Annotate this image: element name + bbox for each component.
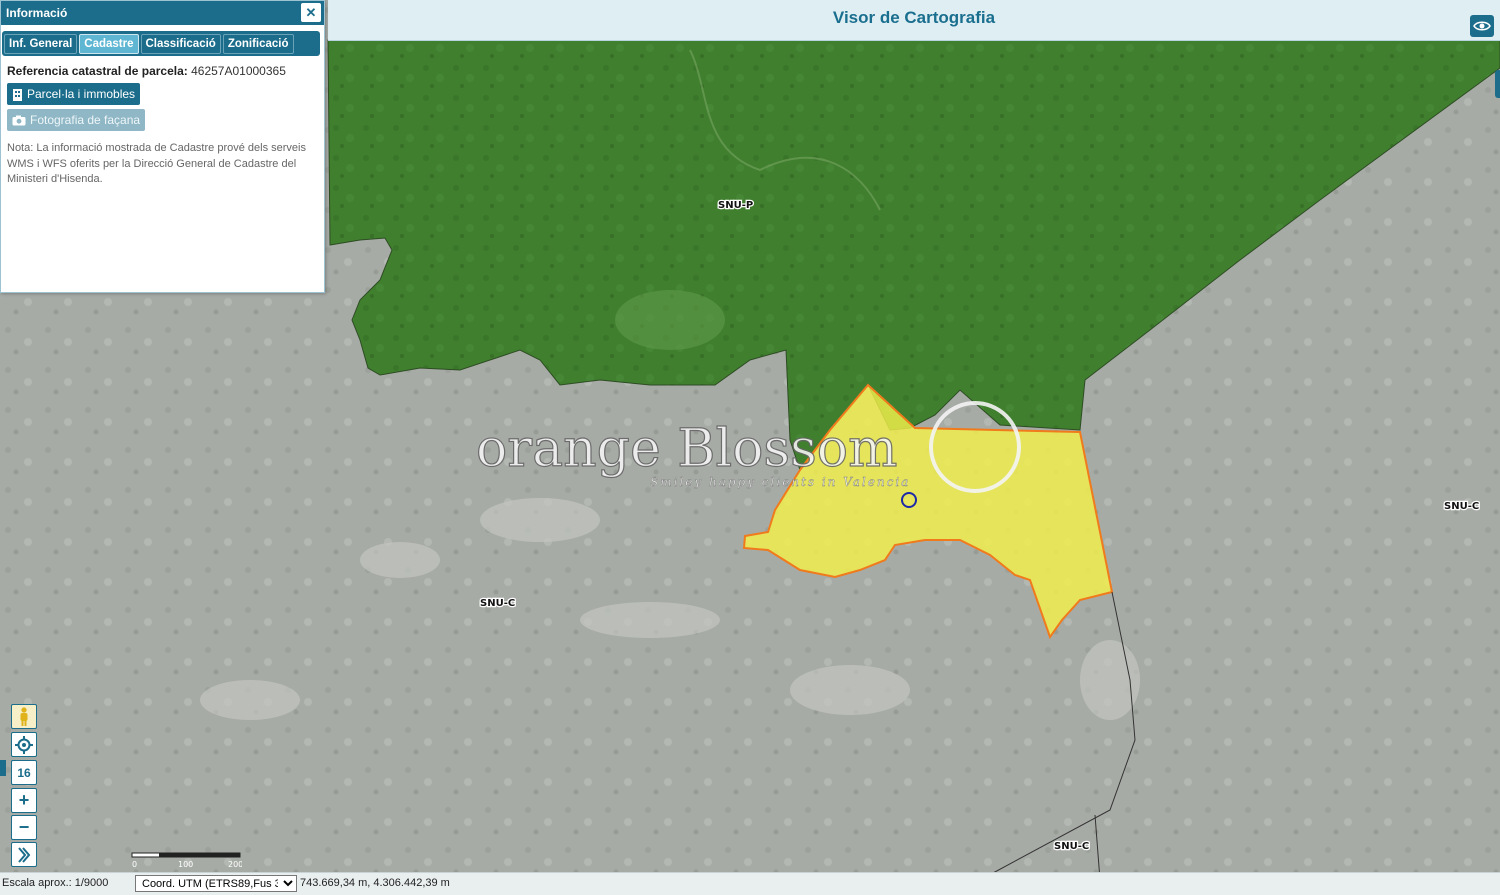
zone-label: SNU-C	[1054, 841, 1089, 852]
camera-icon	[12, 115, 26, 125]
forest-clearing	[615, 290, 725, 350]
cadastral-reference-value[interactable]: 46257A01000365	[191, 64, 286, 78]
cadastral-reference: Referencia catastral de parcela: 46257A0…	[7, 64, 318, 78]
cadastre-note: Nota: La informació mostrada de Cadastre…	[7, 142, 306, 185]
zone-label: SNU-C	[1444, 501, 1479, 512]
coord-system-select[interactable]: Coord. UTM (ETRS89,Fus 30)	[135, 875, 297, 892]
zone-label: SNU-P	[718, 200, 753, 211]
scale-tick: 100	[178, 860, 193, 869]
building-icon	[13, 88, 22, 101]
eye-icon	[1473, 21, 1491, 31]
locate-button[interactable]	[11, 732, 37, 757]
parcel-buildings-button[interactable]: Parcel·la i immobles	[7, 83, 141, 105]
street-view-icon	[20, 706, 28, 726]
locate-icon	[15, 735, 33, 754]
street-view-button[interactable]	[11, 704, 37, 729]
status-bar: Escala aprox.: 1/9000 Coord. UTM (ETRS89…	[0, 872, 1500, 895]
cadastral-reference-label: Referencia catastral de parcela:	[7, 64, 188, 78]
app-title: Visor de Cartografia	[832, 8, 996, 27]
cadastre-tab-content: Referencia catastral de parcela: 46257A0…	[1, 56, 324, 196]
close-icon: ✕	[305, 5, 317, 20]
zoom-in-button[interactable]: +	[11, 788, 37, 813]
right-panel-toggle[interactable]	[1495, 70, 1500, 98]
info-panel: Informació ✕ Inf. General Cadastre Class…	[0, 0, 325, 293]
scale-tick: 0	[132, 860, 137, 869]
tab-general[interactable]: Inf. General	[4, 33, 78, 54]
close-panel-button[interactable]: ✕	[301, 3, 321, 22]
cursor-coordinates: 743.669,34 m, 4.306.442,39 m	[300, 877, 450, 889]
expand-icon	[18, 846, 31, 863]
top-bar: Visor de Cartografia	[328, 0, 1500, 41]
visibility-toggle-button[interactable]	[1470, 15, 1494, 37]
zoom-out-button[interactable]: −	[11, 815, 37, 840]
info-tabs: Inf. General Cadastre Classificació Zoni…	[2, 31, 320, 56]
facade-photo-button[interactable]: Fotografia de façana	[7, 109, 146, 131]
scale-bar: 0 100 200m	[131, 852, 242, 869]
tab-classification[interactable]: Classificació	[140, 33, 221, 54]
tab-zoning[interactable]: Zonificació	[222, 33, 294, 54]
watermark-brand: orange Blossom	[476, 419, 897, 479]
facade-photo-label: Fotografia de façana	[30, 113, 141, 127]
zoom-level-indicator: 16	[11, 760, 37, 785]
info-panel-header: Informació ✕	[1, 1, 324, 25]
left-panel-toggle[interactable]	[0, 760, 6, 776]
zone-label: SNU-C	[480, 598, 515, 609]
parcel-buildings-label: Parcel·la i immobles	[27, 87, 136, 101]
scale-readout: Escala aprox.: 1/9000	[2, 877, 109, 889]
expand-toolbar-button[interactable]	[11, 842, 37, 867]
info-panel-title: Informació	[6, 6, 68, 20]
watermark-tagline: Smiley happy clients in Valencia	[650, 475, 910, 489]
scale-tick: 200m	[228, 860, 242, 869]
tab-cadastre[interactable]: Cadastre	[79, 33, 139, 54]
